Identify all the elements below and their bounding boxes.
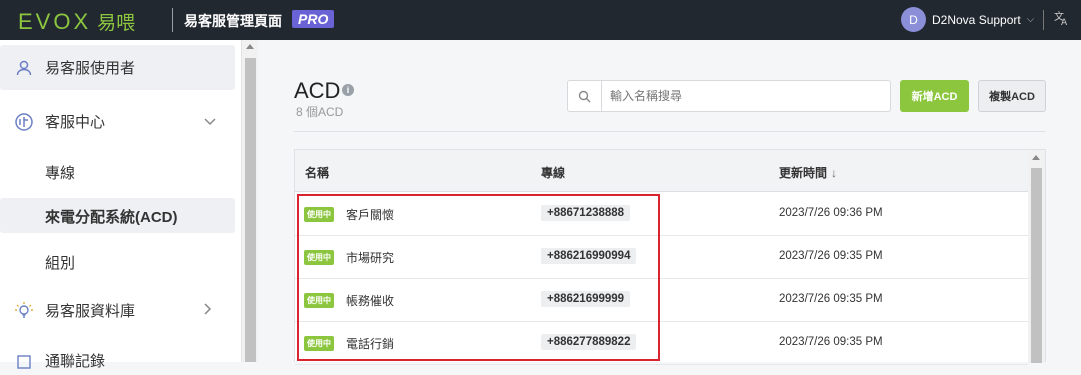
table-row[interactable]: 使用中 電話行銷 +886277889822 2023/7/26 09:35 P… <box>295 322 1028 365</box>
logo-text: EVOX <box>18 8 92 34</box>
column-header-label: 更新時間 <box>779 166 828 180</box>
column-header-updated[interactable]: 更新時間 ↓ <box>779 164 837 181</box>
user-icon <box>14 58 34 78</box>
row-name[interactable]: 市場研究 <box>346 249 394 266</box>
svg-text:A: A <box>1061 18 1068 26</box>
logo-cn-text: 易喂 <box>97 13 136 34</box>
scroll-up-icon[interactable] <box>246 44 254 49</box>
sidebar: 易客服使用者 客服中心 專線 來電分配系統(ACD) 組別 易客服資料庫 通聯記… <box>0 40 241 370</box>
row-name[interactable]: 電話行銷 <box>346 335 394 352</box>
sidebar-item-label: 易客服資料庫 <box>45 303 136 320</box>
sort-down-icon[interactable]: ↓ <box>831 166 837 180</box>
scrollbar-thumb[interactable] <box>245 58 256 362</box>
header-divider <box>294 131 1046 132</box>
table-row[interactable]: 使用中 客戶關懷 +88671238888 2023/7/26 09:36 PM <box>295 193 1028 236</box>
add-acd-button[interactable]: 新增ACD <box>900 80 969 112</box>
sidebar-subitem-groups[interactable]: 組別 <box>45 252 75 273</box>
column-header-name[interactable]: 名稱 <box>305 164 329 181</box>
sidebar-item-call-center[interactable]: 客服中心 <box>0 100 235 143</box>
search-box[interactable] <box>567 80 891 112</box>
row-name[interactable]: 帳務催收 <box>346 292 394 309</box>
acd-count: 8 個ACD <box>296 105 344 119</box>
scrollbar-thumb[interactable] <box>1031 168 1042 363</box>
top-bar: EVOX 易喂 易客服管理頁面 PRO D D2Nova Support ⌵ 文… <box>0 0 1081 40</box>
sidebar-item-records[interactable]: 通聯記錄 <box>0 345 235 375</box>
status-badge: 使用中 <box>304 250 334 265</box>
logo[interactable]: EVOX 易喂 <box>18 8 135 35</box>
divider <box>172 8 173 32</box>
user-menu[interactable]: D D2Nova Support ⌵ <box>901 7 1034 32</box>
row-phone: +886216990994 <box>541 248 637 264</box>
sidebar-subitem-acd[interactable]: 來電分配系統(ACD) <box>45 206 178 227</box>
scroll-up-icon[interactable] <box>1032 155 1040 160</box>
divider <box>1043 10 1044 30</box>
status-badge: 使用中 <box>304 293 334 308</box>
chevron-down-icon: ⌵ <box>1026 14 1035 25</box>
row-updated: 2023/7/26 09:36 PM <box>779 207 883 219</box>
row-updated: 2023/7/26 09:35 PM <box>779 293 883 305</box>
chevron-down-icon <box>204 114 216 129</box>
table-row[interactable]: 使用中 市場研究 +886216990994 2023/7/26 09:35 P… <box>295 236 1028 279</box>
translate-icon[interactable]: 文A <box>1054 10 1070 29</box>
sidebar-item-users[interactable]: 易客服使用者 <box>0 45 235 90</box>
search-icon <box>568 81 602 111</box>
record-icon <box>14 350 34 370</box>
user-name: D2Nova Support <box>932 12 1021 27</box>
sidebar-subitem-lines[interactable]: 專線 <box>45 162 75 183</box>
info-icon[interactable]: i <box>342 84 354 96</box>
lightbulb-icon <box>14 301 34 321</box>
app-title: 易客服管理頁面 <box>184 13 282 29</box>
sidebar-item-database[interactable]: 易客服資料庫 <box>0 289 235 332</box>
status-badge: 使用中 <box>304 207 334 222</box>
chevron-right-icon <box>204 303 212 318</box>
row-phone: +88671238888 <box>541 205 631 221</box>
column-header-line[interactable]: 專線 <box>541 164 565 181</box>
row-phone: +886277889822 <box>541 334 637 350</box>
page-title: ACD <box>294 78 341 103</box>
copy-acd-button[interactable]: 複製ACD <box>978 80 1046 112</box>
search-input[interactable] <box>610 89 880 103</box>
call-center-icon <box>14 112 34 132</box>
sidebar-item-label: 客服中心 <box>45 114 106 131</box>
sidebar-item-label: 通聯記錄 <box>45 352 106 370</box>
sidebar-item-label: 易客服使用者 <box>45 60 136 77</box>
row-updated: 2023/7/26 09:35 PM <box>779 250 883 262</box>
table-row[interactable]: 使用中 帳務催收 +88621699999 2023/7/26 09:35 PM <box>295 279 1028 322</box>
sidebar-scrollbar[interactable] <box>241 40 258 362</box>
avatar: D <box>901 7 926 32</box>
row-phone: +88621699999 <box>541 291 631 307</box>
pro-badge: PRO <box>292 10 335 28</box>
table-header: 名稱 專線 更新時間 ↓ <box>295 150 1028 192</box>
row-updated: 2023/7/26 09:35 PM <box>779 336 883 348</box>
table-scrollbar[interactable] <box>1028 150 1045 363</box>
status-badge: 使用中 <box>304 336 334 351</box>
acd-table: 名稱 專線 更新時間 ↓ 使用中 客戶關懷 +88671238888 2023/7… <box>294 149 1046 365</box>
row-name[interactable]: 客戶關懷 <box>346 206 394 223</box>
